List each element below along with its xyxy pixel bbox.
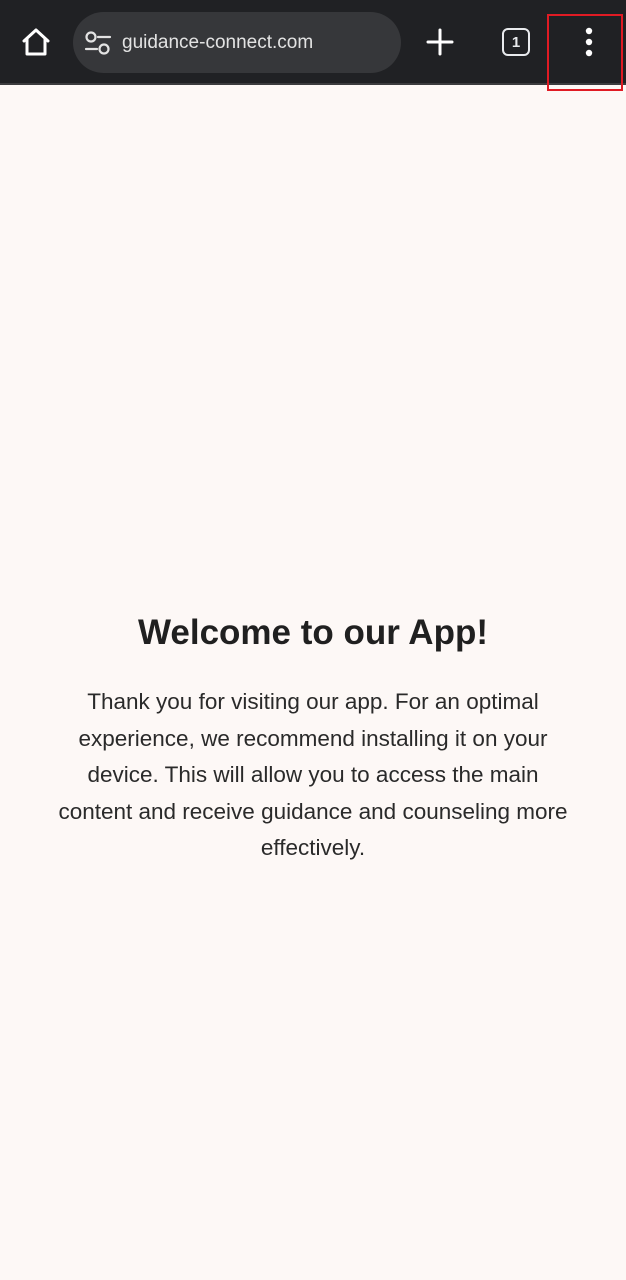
more-vert-icon (585, 27, 593, 57)
home-button[interactable] (14, 20, 58, 64)
tab-switcher-button[interactable]: 1 (494, 20, 538, 64)
home-icon (22, 28, 50, 56)
tune-icon[interactable] (84, 30, 112, 56)
page-content: Welcome to our App! Thank you for visiti… (0, 87, 626, 1280)
menu-button[interactable] (567, 20, 611, 64)
tab-switcher-icon: 1 (502, 28, 530, 56)
tab-count: 1 (511, 33, 521, 51)
address-bar[interactable]: guidance-connect.com (73, 12, 401, 73)
welcome-message: Thank you for visiting our app. For an o… (58, 689, 568, 860)
plus-icon (426, 28, 454, 56)
url-text: guidance-connect.com (122, 32, 314, 53)
page-title: Welcome to our App! (138, 613, 488, 652)
browser-toolbar: guidance-connect.com 1 (0, 0, 626, 85)
new-tab-button[interactable] (418, 20, 462, 64)
